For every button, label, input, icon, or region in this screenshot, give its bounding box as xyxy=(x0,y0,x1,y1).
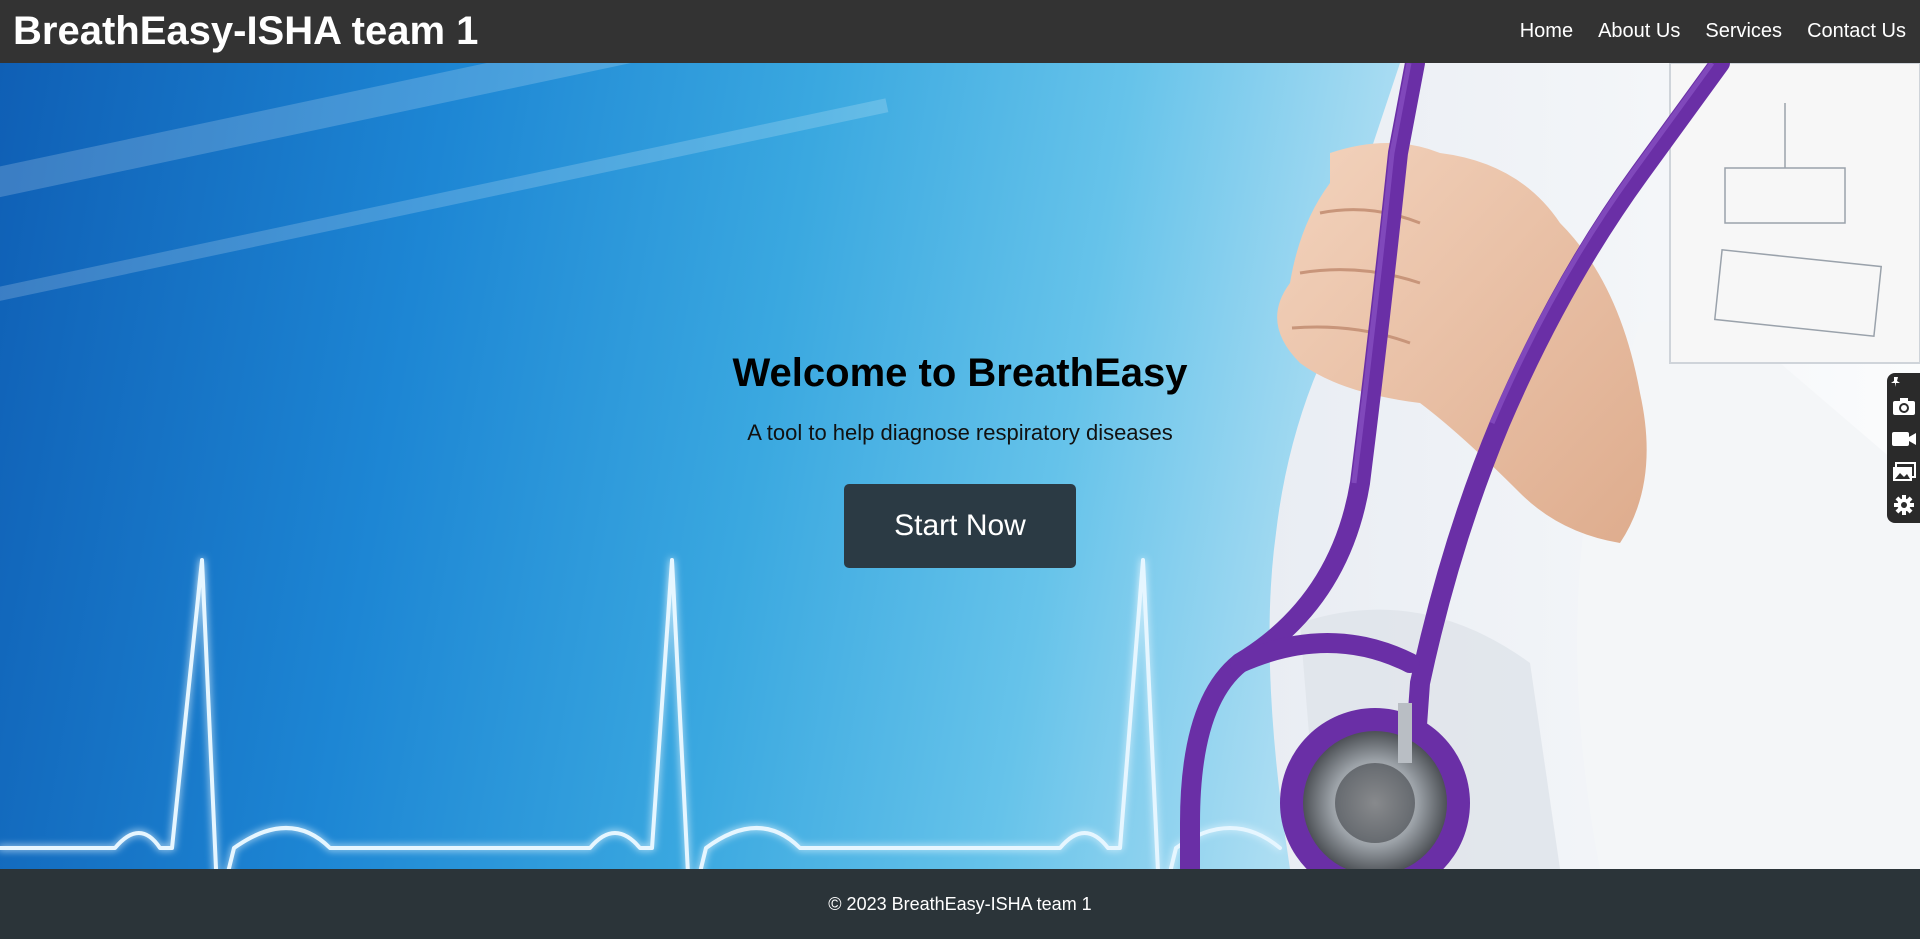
start-now-button[interactable]: Start Now xyxy=(844,484,1076,568)
hero-content: Welcome to BreathEasy A tool to help dia… xyxy=(0,63,1920,869)
hero-section: Welcome to BreathEasy A tool to help dia… xyxy=(0,63,1920,869)
footer: © 2023 BreathEasy-ISHA team 1 xyxy=(0,869,1920,939)
nav-links: Home About Us Services Contact Us xyxy=(1495,20,1906,43)
nav-link-contact-us[interactable]: Contact Us xyxy=(1807,20,1906,43)
nav-link-about-us[interactable]: About Us xyxy=(1598,20,1680,43)
hero-title: Welcome to BreathEasy xyxy=(732,351,1188,395)
gear-icon[interactable] xyxy=(1887,488,1920,521)
navbar: BreathEasy-ISHA team 1 Home About Us Ser… xyxy=(0,0,1920,63)
camera-icon[interactable] xyxy=(1887,389,1920,422)
nav-link-home[interactable]: Home xyxy=(1520,20,1573,43)
video-icon[interactable] xyxy=(1887,422,1920,455)
nav-link-services[interactable]: Services xyxy=(1705,20,1782,43)
footer-copyright: © 2023 BreathEasy-ISHA team 1 xyxy=(828,893,1092,914)
pin-icon[interactable] xyxy=(1887,375,1920,389)
screen-capture-toolbar xyxy=(1887,373,1920,523)
hero-subtitle: A tool to help diagnose respiratory dise… xyxy=(747,420,1173,445)
brand-title[interactable]: BreathEasy-ISHA team 1 xyxy=(13,9,478,54)
gallery-icon[interactable] xyxy=(1887,455,1920,488)
